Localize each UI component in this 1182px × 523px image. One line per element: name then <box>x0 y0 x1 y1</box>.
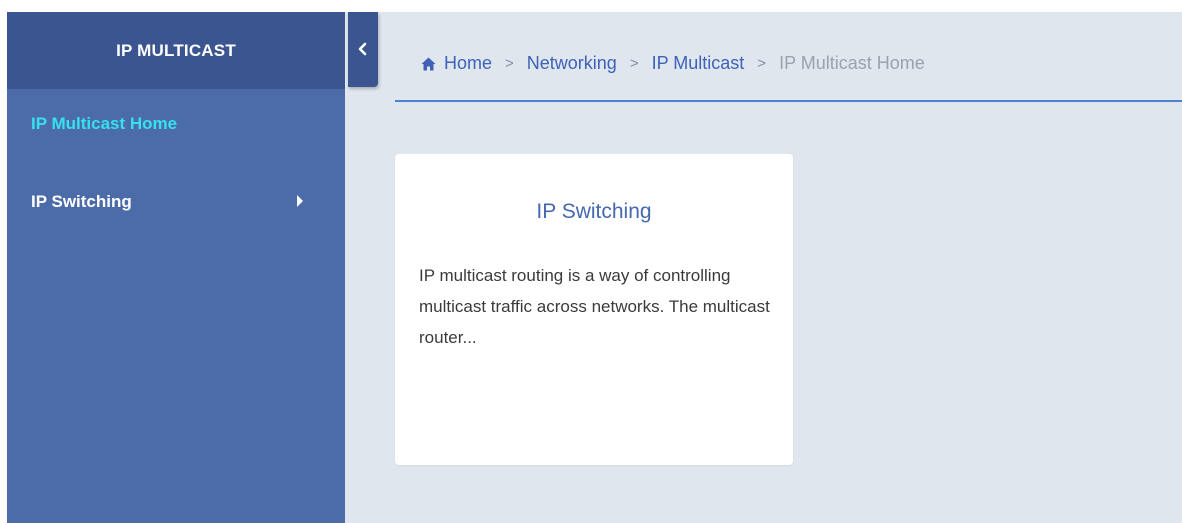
breadcrumb-separator: > <box>757 54 767 72</box>
sidebar-header: IP MULTICAST <box>7 12 345 89</box>
breadcrumb-divider <box>395 100 1182 102</box>
breadcrumb-home[interactable]: Home <box>421 53 492 74</box>
chevron-right-icon[interactable] <box>297 195 303 207</box>
breadcrumb-networking[interactable]: Networking <box>527 53 617 74</box>
app-frame: IP MULTICAST IP Multicast Home IP Switch… <box>7 12 1182 523</box>
breadcrumb-home-label: Home <box>444 52 493 73</box>
breadcrumb: Home > Networking > IP Multicast > IP Mu… <box>421 50 925 76</box>
breadcrumb-separator: > <box>629 54 639 72</box>
sidebar-item-ip-multicast-home[interactable]: IP Multicast Home <box>31 114 177 134</box>
sidebar-title: IP MULTICAST <box>116 40 236 60</box>
sidebar-collapse-button[interactable] <box>348 12 378 87</box>
sidebar: IP MULTICAST IP Multicast Home IP Switch… <box>7 12 345 523</box>
breadcrumb-separator: > <box>505 54 514 72</box>
breadcrumb-current: IP Multicast Home <box>779 52 925 73</box>
home-icon <box>421 57 436 71</box>
sidebar-item-ip-switching[interactable]: IP Switching <box>31 192 132 212</box>
ip-switching-card[interactable]: IP Switching IP multicast routing is a w… <box>395 154 793 465</box>
card-description: IP multicast routing is a way of control… <box>419 266 770 347</box>
card-title: IP Switching <box>536 200 652 223</box>
chevron-left-icon <box>358 42 367 56</box>
breadcrumb-ip-multicast[interactable]: IP Multicast <box>652 53 745 74</box>
